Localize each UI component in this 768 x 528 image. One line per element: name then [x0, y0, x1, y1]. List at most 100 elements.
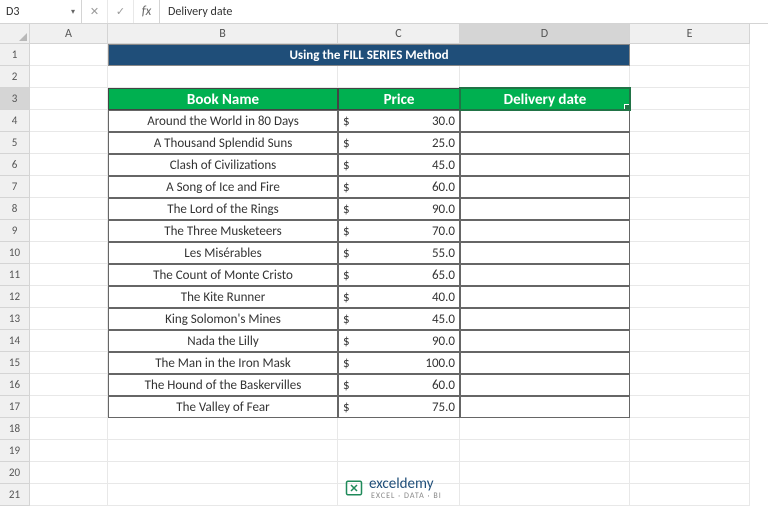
row-header[interactable]: 12 [0, 286, 30, 308]
cell[interactable] [460, 484, 630, 506]
cell[interactable] [30, 286, 108, 308]
delivery-cell[interactable] [460, 286, 630, 308]
cell[interactable] [30, 66, 108, 88]
cell[interactable] [460, 66, 630, 88]
cell[interactable] [30, 110, 108, 132]
cell[interactable] [30, 484, 108, 506]
book-cell[interactable]: The Man in the Iron Mask [108, 352, 338, 374]
row-header-selected[interactable]: 3 [0, 88, 30, 110]
cell[interactable] [30, 264, 108, 286]
row-header[interactable]: 2 [0, 66, 30, 88]
book-cell[interactable]: The Three Musketeers [108, 220, 338, 242]
price-cell[interactable]: $40.0 [338, 286, 460, 308]
row-header[interactable]: 7 [0, 176, 30, 198]
cell[interactable] [30, 440, 108, 462]
book-cell[interactable]: The Count of Monte Cristo [108, 264, 338, 286]
row-header[interactable]: 18 [0, 418, 30, 440]
cell[interactable] [630, 220, 750, 242]
cell[interactable] [630, 176, 750, 198]
col-header[interactable]: B [108, 24, 338, 44]
cell[interactable] [108, 484, 338, 506]
price-cell[interactable]: $75.0 [338, 396, 460, 418]
row-header[interactable]: 8 [0, 198, 30, 220]
cell[interactable] [630, 484, 750, 506]
book-cell[interactable]: Nada the Lilly [108, 330, 338, 352]
book-cell[interactable]: The Hound of the Baskervilles [108, 374, 338, 396]
cell[interactable] [338, 440, 460, 462]
header-book[interactable]: Book Name [108, 88, 338, 110]
book-cell[interactable]: Les Misérables [108, 242, 338, 264]
cell[interactable] [630, 198, 750, 220]
cell[interactable] [108, 440, 338, 462]
cell[interactable] [30, 330, 108, 352]
price-cell[interactable]: $45.0 [338, 308, 460, 330]
header-price[interactable]: Price [338, 88, 460, 110]
cell[interactable] [30, 308, 108, 330]
row-header[interactable]: 4 [0, 110, 30, 132]
row-header[interactable]: 9 [0, 220, 30, 242]
price-cell[interactable]: $25.0 [338, 132, 460, 154]
cell[interactable] [30, 176, 108, 198]
row-header[interactable]: 17 [0, 396, 30, 418]
row-header[interactable]: 15 [0, 352, 30, 374]
row-header[interactable]: 13 [0, 308, 30, 330]
delivery-cell[interactable] [460, 330, 630, 352]
spreadsheet-grid[interactable]: A B C D E 1 Using the FILL SERIES Method… [0, 24, 768, 506]
cell[interactable] [630, 286, 750, 308]
cell[interactable] [108, 66, 338, 88]
price-cell[interactable]: $100.0 [338, 352, 460, 374]
cell[interactable] [338, 66, 460, 88]
price-cell[interactable]: $90.0 [338, 330, 460, 352]
price-cell[interactable]: $90.0 [338, 198, 460, 220]
book-cell[interactable]: Clash of Civilizations [108, 154, 338, 176]
book-cell[interactable]: Around the World in 80 Days [108, 110, 338, 132]
row-header[interactable]: 19 [0, 440, 30, 462]
cell[interactable] [30, 396, 108, 418]
cell[interactable] [630, 462, 750, 484]
cell[interactable] [630, 264, 750, 286]
cell[interactable] [30, 418, 108, 440]
delivery-cell[interactable] [460, 198, 630, 220]
cell[interactable] [630, 440, 750, 462]
cell[interactable] [630, 374, 750, 396]
row-header[interactable]: 20 [0, 462, 30, 484]
row-header[interactable]: 21 [0, 484, 30, 506]
col-header-selected[interactable]: D [460, 24, 630, 44]
delivery-cell[interactable] [460, 308, 630, 330]
delivery-cell[interactable] [460, 264, 630, 286]
name-box[interactable]: D3 [0, 0, 82, 23]
price-cell[interactable]: $70.0 [338, 220, 460, 242]
cell[interactable] [30, 242, 108, 264]
delivery-cell[interactable] [460, 242, 630, 264]
book-cell[interactable]: King Solomon's Mines [108, 308, 338, 330]
price-cell[interactable]: $60.0 [338, 176, 460, 198]
header-delivery[interactable]: Delivery date [460, 88, 630, 110]
cell[interactable] [460, 440, 630, 462]
formula-input[interactable]: Delivery date [160, 0, 768, 23]
cell[interactable] [30, 44, 108, 66]
delivery-cell[interactable] [460, 154, 630, 176]
cell[interactable] [108, 462, 338, 484]
row-header[interactable]: 11 [0, 264, 30, 286]
col-header[interactable]: A [30, 24, 108, 44]
book-cell[interactable]: A Song of Ice and Fire [108, 176, 338, 198]
delivery-cell[interactable] [460, 110, 630, 132]
cell[interactable] [460, 418, 630, 440]
cell[interactable] [30, 462, 108, 484]
price-cell[interactable]: $55.0 [338, 242, 460, 264]
cell[interactable] [630, 418, 750, 440]
cell[interactable] [630, 242, 750, 264]
title-cell[interactable]: Using the FILL SERIES Method [108, 44, 630, 66]
cell[interactable] [30, 154, 108, 176]
fx-icon[interactable]: fx [134, 0, 160, 23]
cancel-icon[interactable]: ✕ [82, 0, 108, 23]
cell[interactable] [630, 330, 750, 352]
row-header[interactable]: 6 [0, 154, 30, 176]
book-cell[interactable]: The Valley of Fear [108, 396, 338, 418]
cell[interactable] [30, 374, 108, 396]
book-cell[interactable]: The Kite Runner [108, 286, 338, 308]
enter-icon[interactable]: ✓ [108, 0, 134, 23]
cell[interactable] [30, 88, 108, 110]
delivery-cell[interactable] [460, 396, 630, 418]
cell[interactable] [630, 44, 750, 66]
